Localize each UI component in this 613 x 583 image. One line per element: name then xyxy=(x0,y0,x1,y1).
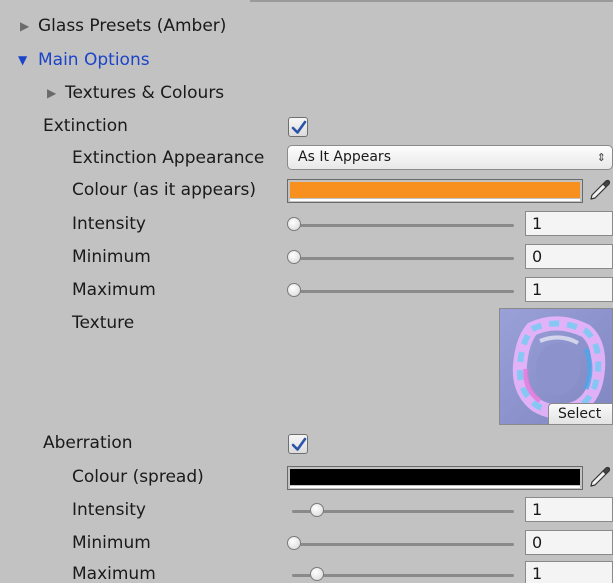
triangle-right-icon: ▶ xyxy=(47,86,57,100)
extinction-texture-label: Texture xyxy=(72,313,135,333)
aberration-intensity-row: Intensity 1 xyxy=(0,494,613,527)
aberration-intensity-label: Intensity xyxy=(72,500,146,520)
extinction-maximum-row: Maximum 1 xyxy=(0,274,613,307)
alpha-bar xyxy=(290,486,580,488)
extinction-minimum-input[interactable]: 0 xyxy=(525,244,613,269)
extinction-colour-row: Colour (as it appears) xyxy=(0,174,613,207)
extinction-intensity-row: Intensity 1 xyxy=(0,208,613,241)
extinction-colour-label: Colour (as it appears) xyxy=(72,180,257,200)
eyedropper-icon[interactable] xyxy=(588,178,612,202)
extinction-intensity-slider-track[interactable] xyxy=(292,224,514,227)
aberration-minimum-input[interactable]: 0 xyxy=(525,530,613,555)
extinction-row: Extinction xyxy=(0,110,613,143)
extinction-appearance-value: As It Appears xyxy=(298,149,391,165)
aberration-label: Aberration xyxy=(43,433,133,453)
aberration-colour-label: Colour (spread) xyxy=(72,467,204,487)
extinction-appearance-label: Extinction Appearance xyxy=(72,148,265,168)
extinction-minimum-slider-track[interactable] xyxy=(292,257,514,260)
glass-presets-foldout[interactable]: ▶ Glass Presets (Amber) xyxy=(0,10,613,43)
extinction-checkbox[interactable] xyxy=(288,117,308,137)
aberration-colour-row: Colour (spread) xyxy=(0,461,613,494)
inspector-panel: ▶ Glass Presets (Amber) ▼ Main Options ▶… xyxy=(0,0,613,583)
extinction-colour-swatch xyxy=(290,182,580,198)
checkmark-icon xyxy=(291,120,307,134)
eyedropper-icon[interactable] xyxy=(588,465,612,489)
extinction-intensity-label: Intensity xyxy=(72,214,146,234)
aberration-intensity-slider-track[interactable] xyxy=(292,510,514,513)
extinction-maximum-label: Maximum xyxy=(72,280,156,300)
aberration-checkbox[interactable] xyxy=(288,434,308,454)
main-options-foldout[interactable]: ▼ Main Options xyxy=(0,44,613,77)
aberration-maximum-slider-thumb[interactable] xyxy=(310,567,324,581)
extinction-minimum-label: Minimum xyxy=(72,247,151,267)
aberration-maximum-slider-track[interactable] xyxy=(292,574,514,577)
aberration-maximum-row: Maximum 1 xyxy=(0,558,613,583)
extinction-appearance-row: Extinction Appearance As It Appears ⇕ xyxy=(0,142,613,175)
aberration-colour-field[interactable] xyxy=(287,466,583,490)
extinction-appearance-dropdown[interactable]: As It Appears ⇕ xyxy=(287,145,613,170)
glass-presets-label: Glass Presets (Amber) xyxy=(38,16,227,36)
extinction-maximum-slider-thumb[interactable] xyxy=(287,283,301,297)
extinction-maximum-input[interactable]: 1 xyxy=(525,277,613,302)
aberration-minimum-slider-track[interactable] xyxy=(292,543,514,546)
texture-select-button[interactable]: Select xyxy=(548,403,613,425)
aberration-row: Aberration xyxy=(0,427,613,460)
extinction-maximum-slider-track[interactable] xyxy=(292,290,514,293)
aberration-minimum-row: Minimum 0 xyxy=(0,527,613,560)
extinction-intensity-input[interactable]: 1 xyxy=(525,211,613,236)
aberration-intensity-slider-thumb[interactable] xyxy=(310,503,324,517)
extinction-colour-field[interactable] xyxy=(287,179,583,203)
extinction-minimum-row: Minimum 0 xyxy=(0,241,613,274)
aberration-maximum-label: Maximum xyxy=(72,564,156,583)
extinction-minimum-slider-thumb[interactable] xyxy=(287,250,301,264)
aberration-minimum-label: Minimum xyxy=(72,533,151,553)
triangle-right-icon: ▶ xyxy=(20,19,30,33)
alpha-bar xyxy=(290,199,580,201)
aberration-intensity-input[interactable]: 1 xyxy=(525,497,613,522)
checkmark-icon xyxy=(291,437,307,451)
aberration-maximum-input[interactable]: 1 xyxy=(525,561,613,583)
panel-top-border xyxy=(250,0,613,2)
extinction-label: Extinction xyxy=(43,116,128,136)
main-options-label: Main Options xyxy=(38,50,150,70)
textures-colours-label: Textures & Colours xyxy=(65,83,225,103)
extinction-intensity-slider-thumb[interactable] xyxy=(287,217,301,231)
textures-colours-foldout[interactable]: ▶ Textures & Colours xyxy=(0,77,613,110)
triangle-down-icon: ▼ xyxy=(18,53,28,67)
aberration-minimum-slider-thumb[interactable] xyxy=(287,536,301,550)
updown-arrows-icon: ⇕ xyxy=(596,151,606,164)
aberration-colour-swatch xyxy=(290,469,580,485)
